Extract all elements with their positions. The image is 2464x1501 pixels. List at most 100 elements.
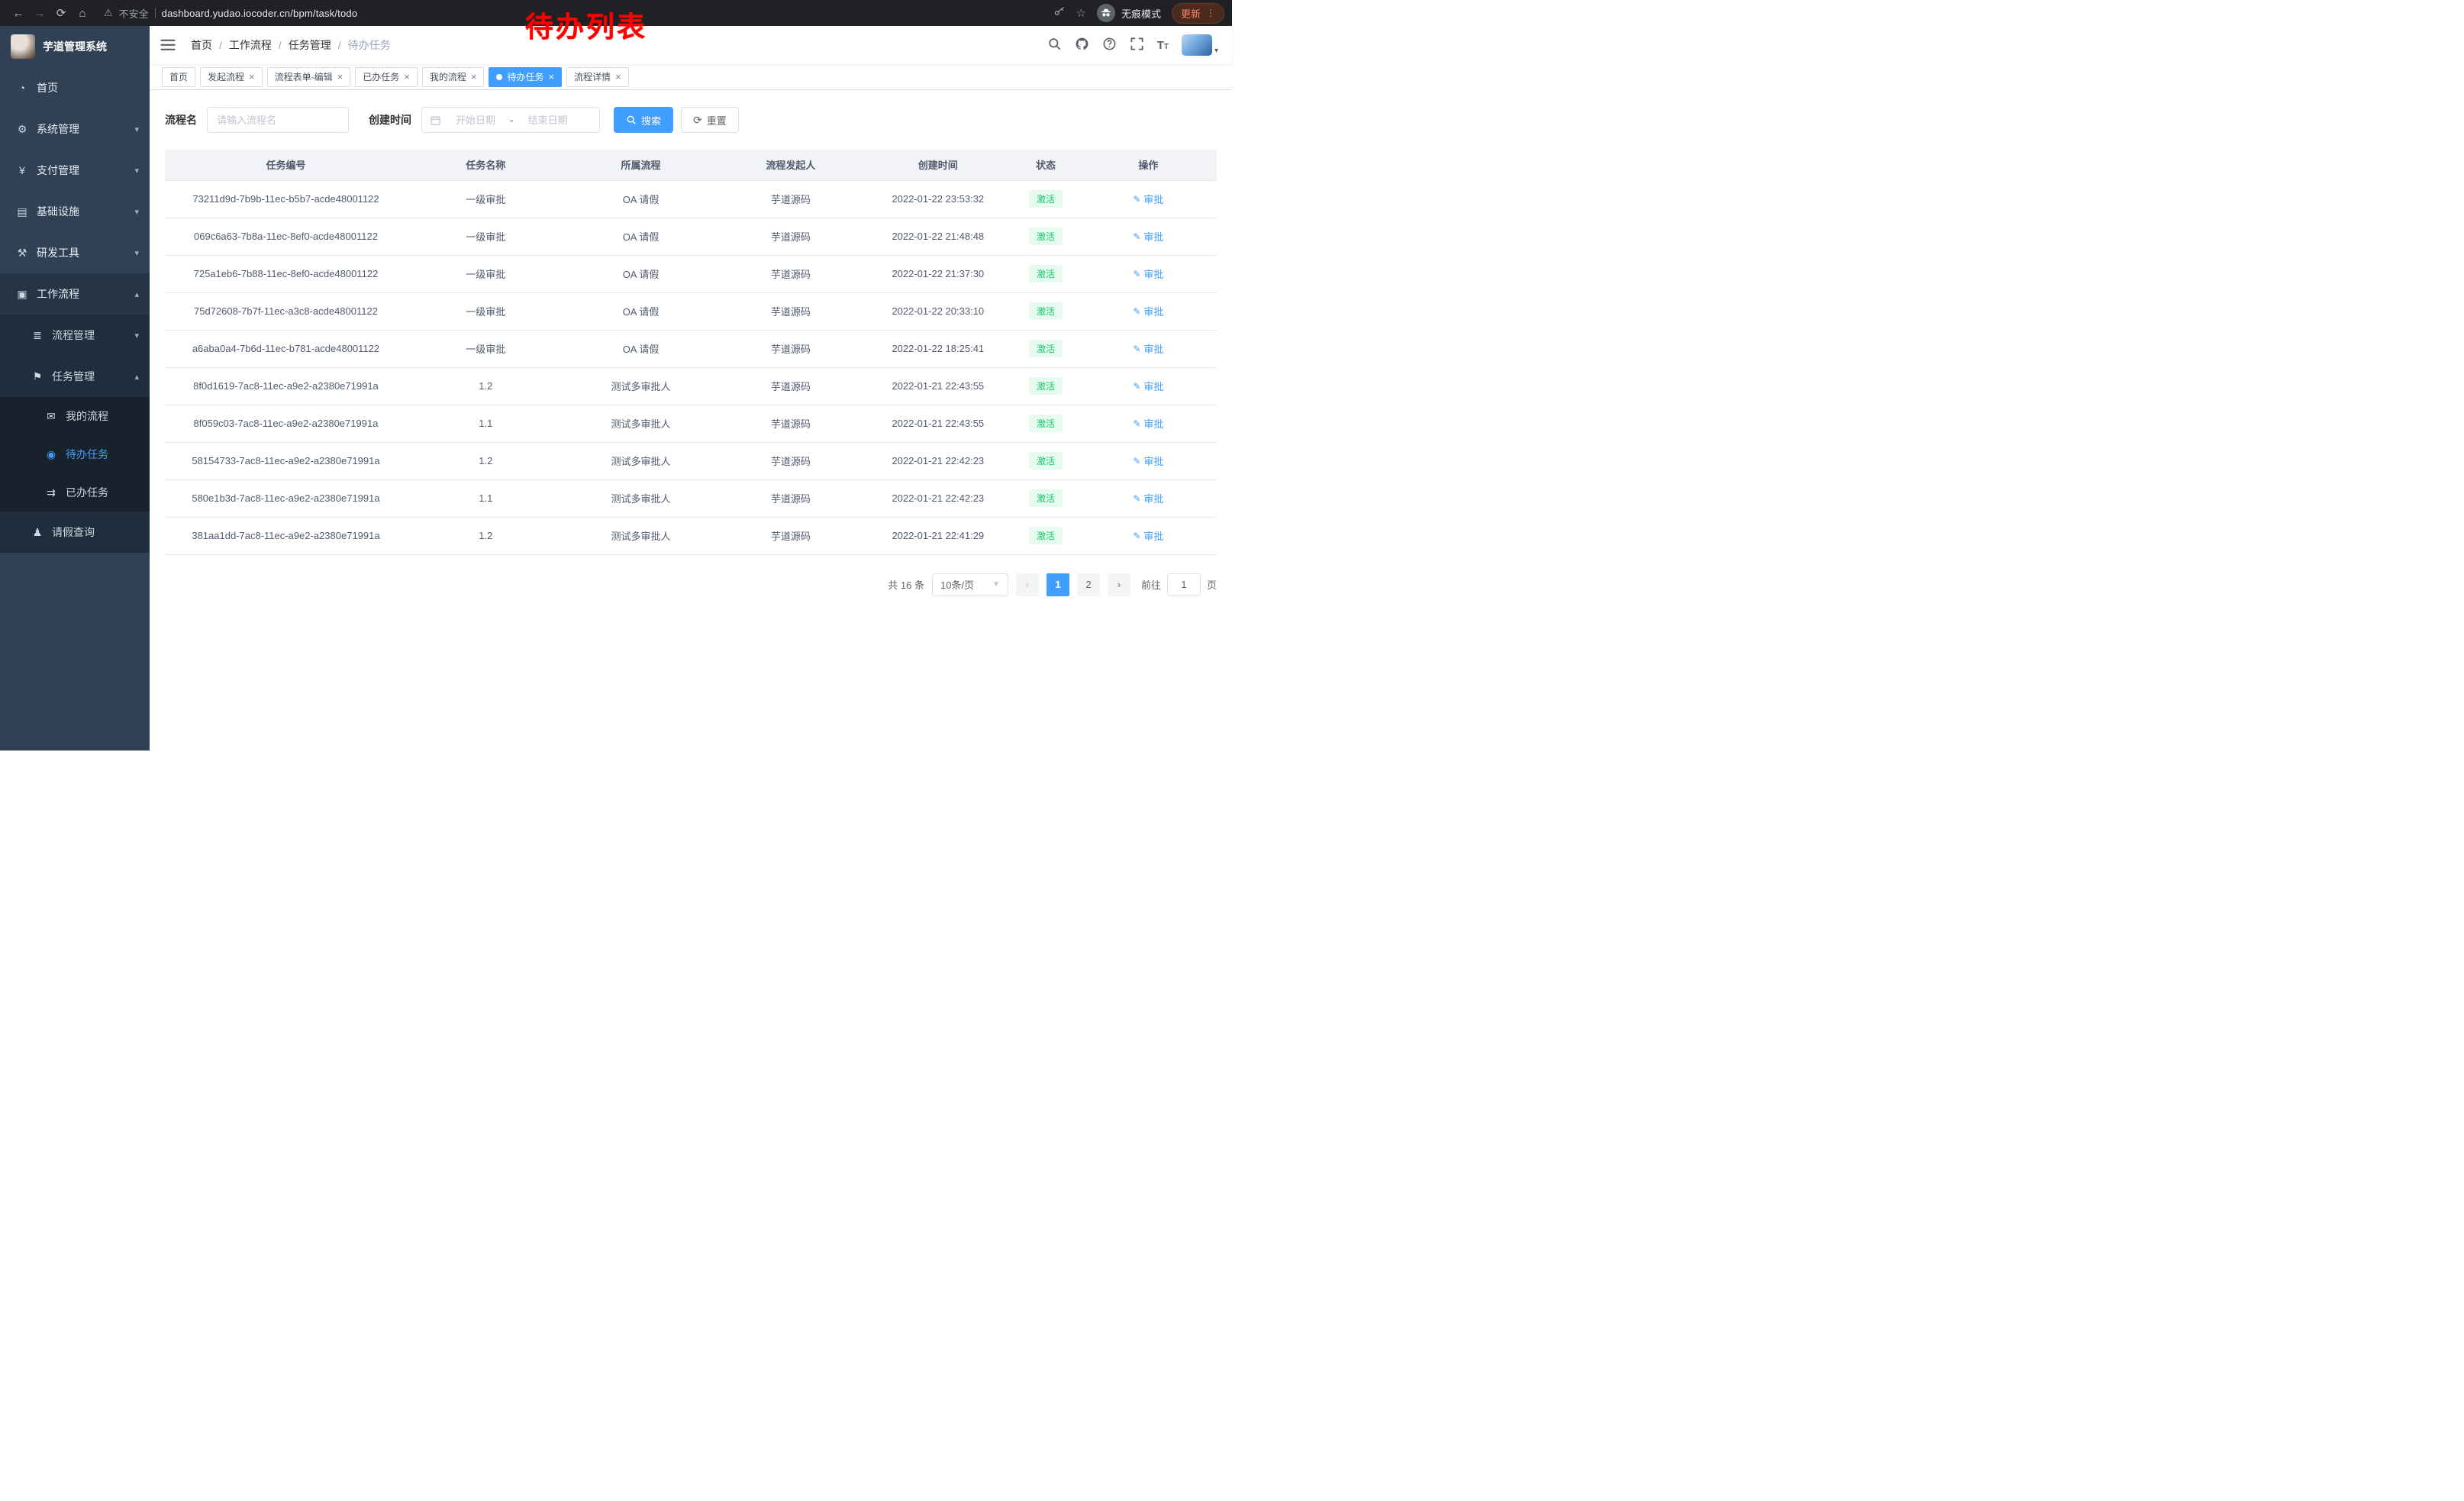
approve-link[interactable]: ✎审批 bbox=[1133, 229, 1163, 244]
cell-action: ✎审批 bbox=[1080, 255, 1217, 292]
sidebar-item-infra[interactable]: ▤基础设施▾ bbox=[0, 191, 150, 232]
cell-name: 1.1 bbox=[407, 405, 565, 442]
cell-initiator: 芋道源码 bbox=[717, 292, 864, 330]
reset-button[interactable]: ⟳ 重置 bbox=[681, 107, 739, 133]
breadcrumb-item[interactable]: 首页 bbox=[191, 37, 212, 53]
cell-name: 一级审批 bbox=[407, 255, 565, 292]
chevron-down-icon: ▾ bbox=[134, 248, 139, 258]
cell-process: 测试多审批人 bbox=[565, 367, 718, 405]
collapse-sidebar-icon[interactable] bbox=[160, 38, 177, 52]
sidebar-item-todo-task[interactable]: ◉待办任务 bbox=[0, 435, 150, 473]
sidebar-item-devtools[interactable]: ⚒研发工具▾ bbox=[0, 232, 150, 273]
process-name-field[interactable] bbox=[207, 107, 349, 133]
sidebar-item-payment[interactable]: ¥支付管理▾ bbox=[0, 150, 150, 191]
url-bar[interactable]: ⚠ 不安全 dashboard.yudao.iocoder.cn/bpm/tas… bbox=[104, 6, 357, 21]
tabs-bar: 首页发起流程×流程表单-编辑×已办任务×我的流程×待办任务×流程详情× bbox=[150, 64, 1232, 90]
back-icon[interactable]: ← bbox=[8, 7, 29, 20]
update-button[interactable]: 更新 ⋮ bbox=[1172, 3, 1224, 24]
status-badge: 激活 bbox=[1029, 489, 1063, 507]
help-icon[interactable] bbox=[1102, 37, 1117, 51]
cell-initiator: 芋道源码 bbox=[717, 517, 864, 554]
cell-created: 2022-01-21 22:43:55 bbox=[864, 405, 1011, 442]
edit-icon: ✎ bbox=[1133, 231, 1140, 242]
close-tab-icon[interactable]: × bbox=[548, 72, 554, 82]
close-tab-icon[interactable]: × bbox=[404, 72, 410, 82]
cell-process: 测试多审批人 bbox=[565, 442, 718, 479]
bookmark-star-icon[interactable]: ☆ bbox=[1076, 6, 1086, 20]
cell-initiator: 芋道源码 bbox=[717, 218, 864, 255]
search-icon[interactable] bbox=[1047, 37, 1062, 51]
tab-0[interactable]: 首页 bbox=[162, 67, 195, 87]
edit-icon: ✎ bbox=[1133, 493, 1140, 504]
incognito-badge: 无痕模式 bbox=[1097, 4, 1161, 22]
done-icon: ⇉ bbox=[44, 486, 58, 499]
tab-4[interactable]: 我的流程× bbox=[422, 67, 485, 87]
approve-link[interactable]: ✎审批 bbox=[1133, 379, 1163, 393]
cell-name: 1.2 bbox=[407, 517, 565, 554]
logo[interactable]: 芋道管理系统 bbox=[0, 26, 150, 67]
close-tab-icon[interactable]: × bbox=[471, 72, 477, 82]
breadcrumb-item[interactable]: 工作流程 bbox=[229, 37, 272, 53]
sidebar-item-my-process[interactable]: ✉我的流程 bbox=[0, 397, 150, 435]
reload-icon[interactable]: ⟳ bbox=[50, 6, 72, 20]
cell-status: 激活 bbox=[1011, 367, 1080, 405]
approve-link[interactable]: ✎审批 bbox=[1133, 491, 1163, 505]
goto-page-input[interactable] bbox=[1167, 573, 1201, 596]
forward-icon[interactable]: → bbox=[29, 7, 50, 20]
sidebar-item-done-task[interactable]: ⇉已办任务 bbox=[0, 473, 150, 512]
tab-2[interactable]: 流程表单-编辑× bbox=[267, 67, 351, 87]
approve-link[interactable]: ✎审批 bbox=[1133, 266, 1163, 281]
sidebar-item-process-manage[interactable]: ≣流程管理▾ bbox=[0, 315, 150, 356]
edit-icon: ✎ bbox=[1133, 269, 1140, 279]
font-size-icon[interactable]: TT bbox=[1157, 39, 1169, 52]
sidebar-item-workflow[interactable]: ▣工作流程▴ bbox=[0, 273, 150, 315]
goto-page-suffix: 页 bbox=[1207, 577, 1217, 592]
sidebar-item-home[interactable]: ◔首页 bbox=[0, 67, 150, 108]
tab-5[interactable]: 待办任务× bbox=[489, 67, 562, 87]
process-name-input[interactable] bbox=[217, 115, 339, 126]
tab-6[interactable]: 流程详情× bbox=[566, 67, 629, 87]
user-menu[interactable]: ▾ bbox=[1182, 34, 1218, 56]
approve-link[interactable]: ✎审批 bbox=[1133, 192, 1163, 206]
page-button-2[interactable]: 2 bbox=[1077, 573, 1100, 596]
approve-link[interactable]: ✎审批 bbox=[1133, 454, 1163, 468]
home-icon[interactable]: ⌂ bbox=[72, 7, 93, 20]
close-tab-icon[interactable]: × bbox=[615, 72, 621, 82]
approve-link[interactable]: ✎审批 bbox=[1133, 528, 1163, 543]
cell-initiator: 芋道源码 bbox=[717, 442, 864, 479]
tab-3[interactable]: 已办任务× bbox=[355, 67, 418, 87]
tab-1[interactable]: 发起流程× bbox=[200, 67, 263, 87]
fullscreen-icon[interactable] bbox=[1130, 37, 1144, 51]
close-tab-icon[interactable]: × bbox=[249, 72, 255, 82]
cell-action: ✎审批 bbox=[1080, 442, 1217, 479]
cell-name: 一级审批 bbox=[407, 218, 565, 255]
browser-menu-icon[interactable]: ⋮ bbox=[1206, 8, 1215, 18]
prev-page-button[interactable]: ‹ bbox=[1016, 573, 1039, 596]
column-header: 操作 bbox=[1080, 150, 1217, 180]
close-tab-icon[interactable]: × bbox=[337, 72, 343, 82]
edit-icon: ✎ bbox=[1133, 418, 1140, 429]
breadcrumb-item[interactable]: 任务管理 bbox=[289, 37, 331, 53]
approve-link[interactable]: ✎审批 bbox=[1133, 304, 1163, 318]
tools-icon: ⚒ bbox=[15, 247, 29, 260]
github-icon[interactable] bbox=[1075, 37, 1089, 51]
chevron-down-icon: ▾ bbox=[134, 207, 139, 217]
start-date-input[interactable] bbox=[446, 115, 505, 126]
table-row: 8f0d1619-7ac8-11ec-a9e2-a2380e71991a1.2测… bbox=[165, 367, 1217, 405]
page-size-select[interactable]: 10条/页 ▼ bbox=[932, 573, 1008, 596]
sidebar-item-leave-query[interactable]: ♟请假查询 bbox=[0, 512, 150, 553]
sidebar-item-task-manage[interactable]: ⚑任务管理▴ bbox=[0, 356, 150, 397]
search-button[interactable]: 搜索 bbox=[614, 107, 673, 133]
next-page-button[interactable]: › bbox=[1108, 573, 1130, 596]
cell-status: 激活 bbox=[1011, 218, 1080, 255]
page-button-1[interactable]: 1 bbox=[1047, 573, 1069, 596]
table-row: 58154733-7ac8-11ec-a9e2-a2380e71991a1.2测… bbox=[165, 442, 1217, 479]
cell-process: 测试多审批人 bbox=[565, 479, 718, 517]
pagination-total: 共 16 条 bbox=[888, 577, 924, 592]
sidebar-item-system[interactable]: ⚙系统管理▾ bbox=[0, 108, 150, 150]
approve-link[interactable]: ✎审批 bbox=[1133, 416, 1163, 431]
key-icon[interactable] bbox=[1053, 5, 1066, 21]
date-range-field[interactable]: - bbox=[421, 107, 600, 133]
approve-link[interactable]: ✎审批 bbox=[1133, 341, 1163, 356]
end-date-input[interactable] bbox=[518, 115, 578, 126]
